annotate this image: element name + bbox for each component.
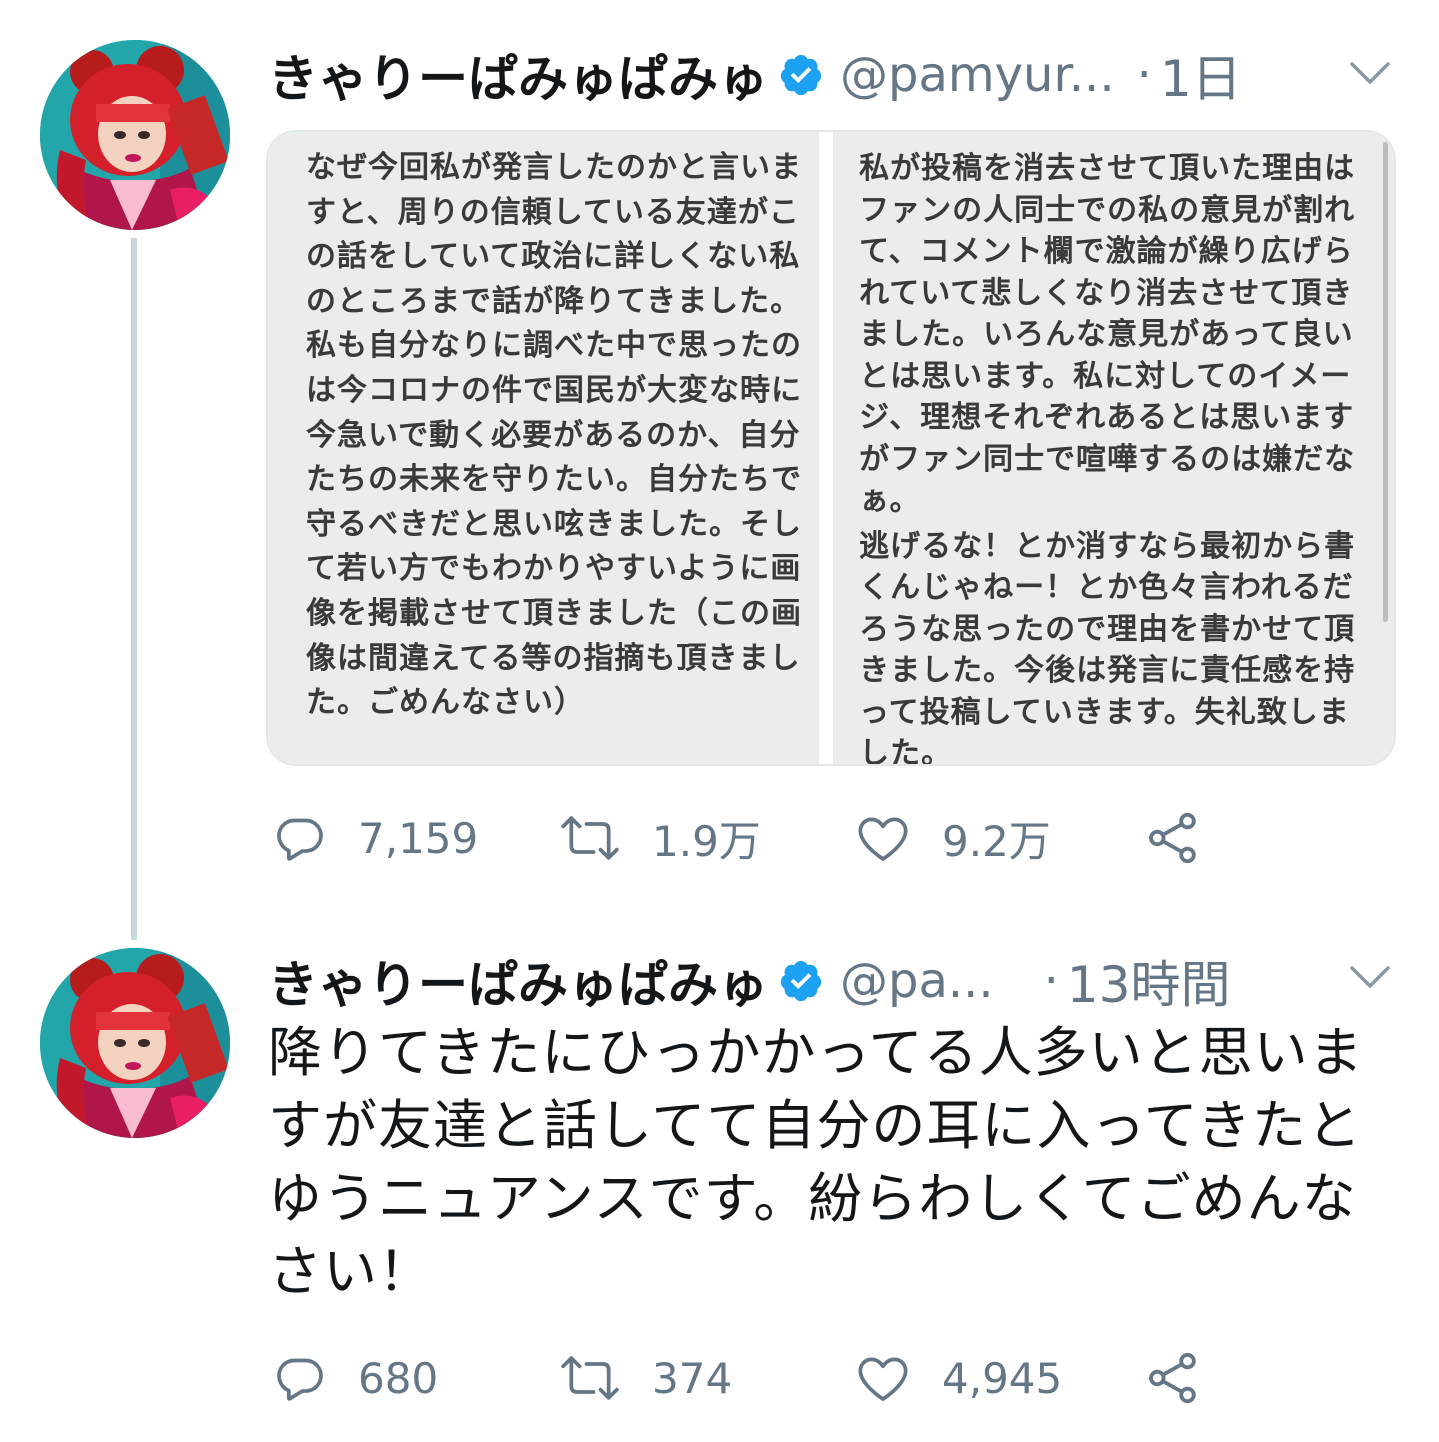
chevron-down-icon[interactable] (1348, 962, 1392, 992)
verified-badge-icon (778, 52, 824, 98)
image-text-right-paragraph-1: 私が投稿を消去させて頂いた理由はファンの人同士での私の意見が割れて、コメント欄で… (859, 151, 1356, 518)
chevron-down-icon[interactable] (1348, 58, 1392, 88)
scrollbar (1383, 142, 1388, 622)
share-icon (1149, 812, 1196, 864)
reply-icon (277, 818, 323, 861)
image-text-left: なぜ今回私が発言したのかと言いますと、周りの信頼している友達がこの話をしていて政… (306, 150, 802, 721)
like-icon (858, 817, 908, 861)
tweet-image-right[interactable]: 私が投稿を消去させて頂いた理由はファンの人同士での私の意見が割れて、コメント欄で… (833, 132, 1394, 764)
like-button[interactable]: 9.2万 (854, 808, 1051, 868)
share-icon (1149, 1352, 1196, 1404)
tweet-text: 降りてきたにひっかかってる人多いと思いますが友達と話してて自分の耳に入ってきたと… (268, 1021, 1364, 1303)
retweet-icon (561, 1356, 619, 1400)
retweet-count: 374 (652, 1353, 733, 1403)
separator-dot: · (1043, 953, 1059, 1009)
like-icon (858, 1357, 908, 1401)
handle[interactable]: @pamyur... (840, 47, 1115, 103)
reply-button[interactable]: 7,159 (272, 808, 478, 868)
image-text-right-paragraph-2: 逃げるな！とか消すなら最初から書くんじゃねー！とか色々言われるだろうな思ったので… (859, 528, 1356, 765)
avatar[interactable] (40, 948, 230, 1138)
separator-dot: · (1136, 47, 1152, 103)
timestamp[interactable]: 13時間 (1067, 945, 1231, 1017)
retweet-button[interactable]: 1.9万 (558, 808, 761, 868)
reply-icon (277, 1358, 323, 1401)
verified-badge-icon (778, 958, 824, 1004)
tweet-actions: 7,159 1.9万 9.2万 (268, 808, 1268, 868)
retweet-button[interactable]: 374 (558, 1348, 732, 1408)
retweet-count: 1.9万 (652, 816, 761, 866)
share-button[interactable] (1144, 1348, 1202, 1408)
handle[interactable]: @pa... (840, 953, 994, 1009)
like-count: 4,945 (942, 1353, 1063, 1403)
share-button[interactable] (1144, 808, 1202, 868)
tweet-actions: 680 374 4,945 (268, 1348, 1268, 1408)
tweet-image-left[interactable]: なぜ今回私が発言したのかと言いますと、周りの信頼している友達がこの話をしていて政… (268, 132, 820, 764)
reply-button[interactable]: 680 (272, 1348, 438, 1408)
reply-count: 7,159 (358, 813, 479, 863)
reply-count: 680 (358, 1353, 439, 1403)
like-button[interactable]: 4,945 (854, 1348, 1062, 1408)
like-count: 9.2万 (942, 816, 1051, 866)
display-name[interactable]: きゃりーぱみゅぱみゅ (268, 945, 768, 1017)
thread-connector-line (131, 238, 137, 940)
image-text-right: 私が投稿を消去させて頂いた理由はファンの人同士での私の意見が割れて、コメント欄で… (859, 148, 1374, 764)
display-name[interactable]: きゃりーぱみゅぱみゅ (268, 39, 768, 111)
avatar[interactable] (40, 40, 230, 230)
retweet-icon (561, 816, 619, 860)
tweet-header: きゃりーぱみゅぱみゅ @pamyur... · 1日 (268, 40, 1242, 110)
tweet-header: きゃりーぱみゅぱみゅ @pa... · 13時間 (268, 946, 1231, 1016)
tweet-image-grid: なぜ今回私が発言したのかと言いますと、周りの信頼している友達がこの話をしていて政… (266, 130, 1396, 766)
timestamp[interactable]: 1日 (1160, 39, 1242, 111)
